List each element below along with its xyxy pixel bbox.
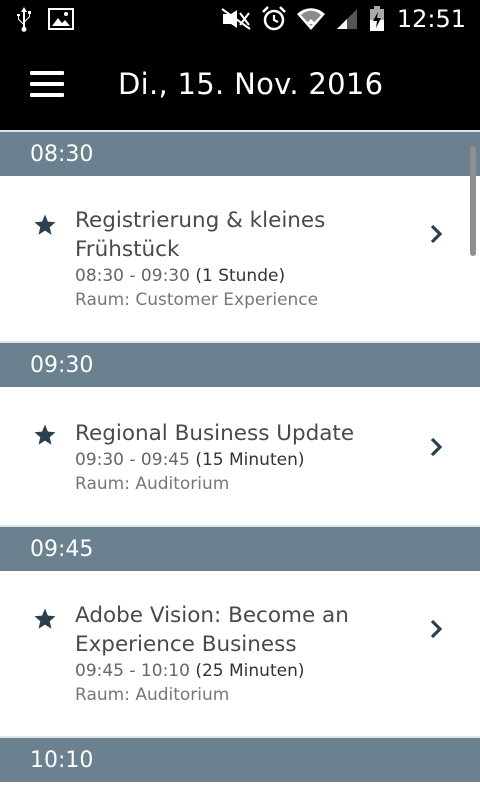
time-slot-header: 09:45 — [0, 525, 480, 571]
time-slot-label: 08:30 — [30, 141, 94, 167]
session-details: Adobe Vision: Become an Experience Busin… — [75, 601, 420, 707]
session-time: 08:30 - 09:30 (1 Stunde) — [75, 264, 420, 288]
favorite-star-icon[interactable] — [33, 213, 57, 237]
session-duration: (25 Minuten) — [195, 661, 305, 681]
signal-icon — [335, 7, 359, 31]
session-time-range: 08:30 - 09:30 — [75, 266, 190, 286]
time-slot-header: 08:30 — [0, 130, 480, 176]
status-time: 12:51 — [396, 5, 466, 33]
session-duration: (1 Stunde) — [195, 266, 286, 286]
session-details: Registrierung & kleines Frühstück 08:30 … — [75, 206, 420, 312]
time-slot-label: 09:45 — [30, 536, 94, 562]
battery-charging-icon — [369, 6, 385, 32]
menu-icon[interactable] — [30, 71, 64, 97]
app-bar: Di., 15. Nov. 2016 — [0, 38, 480, 130]
chevron-right-icon[interactable] — [428, 435, 444, 459]
mute-icon — [221, 8, 251, 30]
status-right-icons: 12:51 — [211, 5, 466, 33]
session-item[interactable]: Regional Business Update 09:30 - 09:45 (… — [0, 387, 480, 525]
session-title-line: Regional Business Update — [75, 421, 355, 446]
chevron-right-icon[interactable] — [428, 617, 444, 641]
session-title-line: Frühstück — [75, 237, 180, 262]
session-title-line: Experience Business — [75, 632, 297, 657]
scrollbar[interactable] — [470, 146, 476, 256]
time-slot-header: 10:10 — [0, 736, 480, 782]
menu-icon-bar — [30, 71, 64, 75]
usb-icon — [16, 6, 32, 32]
page-title: Di., 15. Nov. 2016 — [118, 67, 384, 101]
session-time: 09:45 - 10:10 (25 Minuten) — [75, 659, 420, 683]
wifi-icon — [296, 6, 325, 32]
image-icon — [48, 8, 74, 30]
time-slot-label: 09:30 — [30, 352, 94, 378]
session-time: 09:30 - 09:45 (15 Minuten) — [75, 448, 420, 472]
session-room: Raum: Auditorium — [75, 685, 230, 705]
session-title-line: Adobe Vision: Become an — [75, 603, 349, 628]
time-slot-label: 10:10 — [30, 747, 94, 773]
favorite-star-icon[interactable] — [33, 423, 57, 447]
status-bar: 12:51 — [0, 0, 480, 38]
session-room: Raum: Customer Experience — [75, 290, 319, 310]
session-room: Raum: Auditorium — [75, 474, 230, 494]
time-slot-header: 09:30 — [0, 341, 480, 387]
session-time-range: 09:30 - 09:45 — [75, 450, 190, 470]
agenda-list[interactable]: 08:30 Registrierung & kleines Frühstück … — [0, 130, 480, 800]
favorite-star-icon[interactable] — [33, 607, 57, 631]
menu-icon-bar — [30, 93, 64, 97]
session-item[interactable]: Adobe Vision: Become an Experience Busin… — [0, 571, 480, 736]
session-title-line: Registrierung & kleines — [75, 208, 326, 233]
session-time-range: 09:45 - 10:10 — [75, 661, 190, 681]
session-item[interactable]: Registrierung & kleines Frühstück 08:30 … — [0, 176, 480, 341]
chevron-right-icon[interactable] — [428, 222, 444, 246]
session-details: Regional Business Update 09:30 - 09:45 (… — [75, 419, 420, 496]
status-left-icons — [16, 6, 90, 32]
alarm-icon — [261, 6, 287, 32]
menu-icon-bar — [30, 82, 64, 86]
session-duration: (15 Minuten) — [195, 450, 305, 470]
